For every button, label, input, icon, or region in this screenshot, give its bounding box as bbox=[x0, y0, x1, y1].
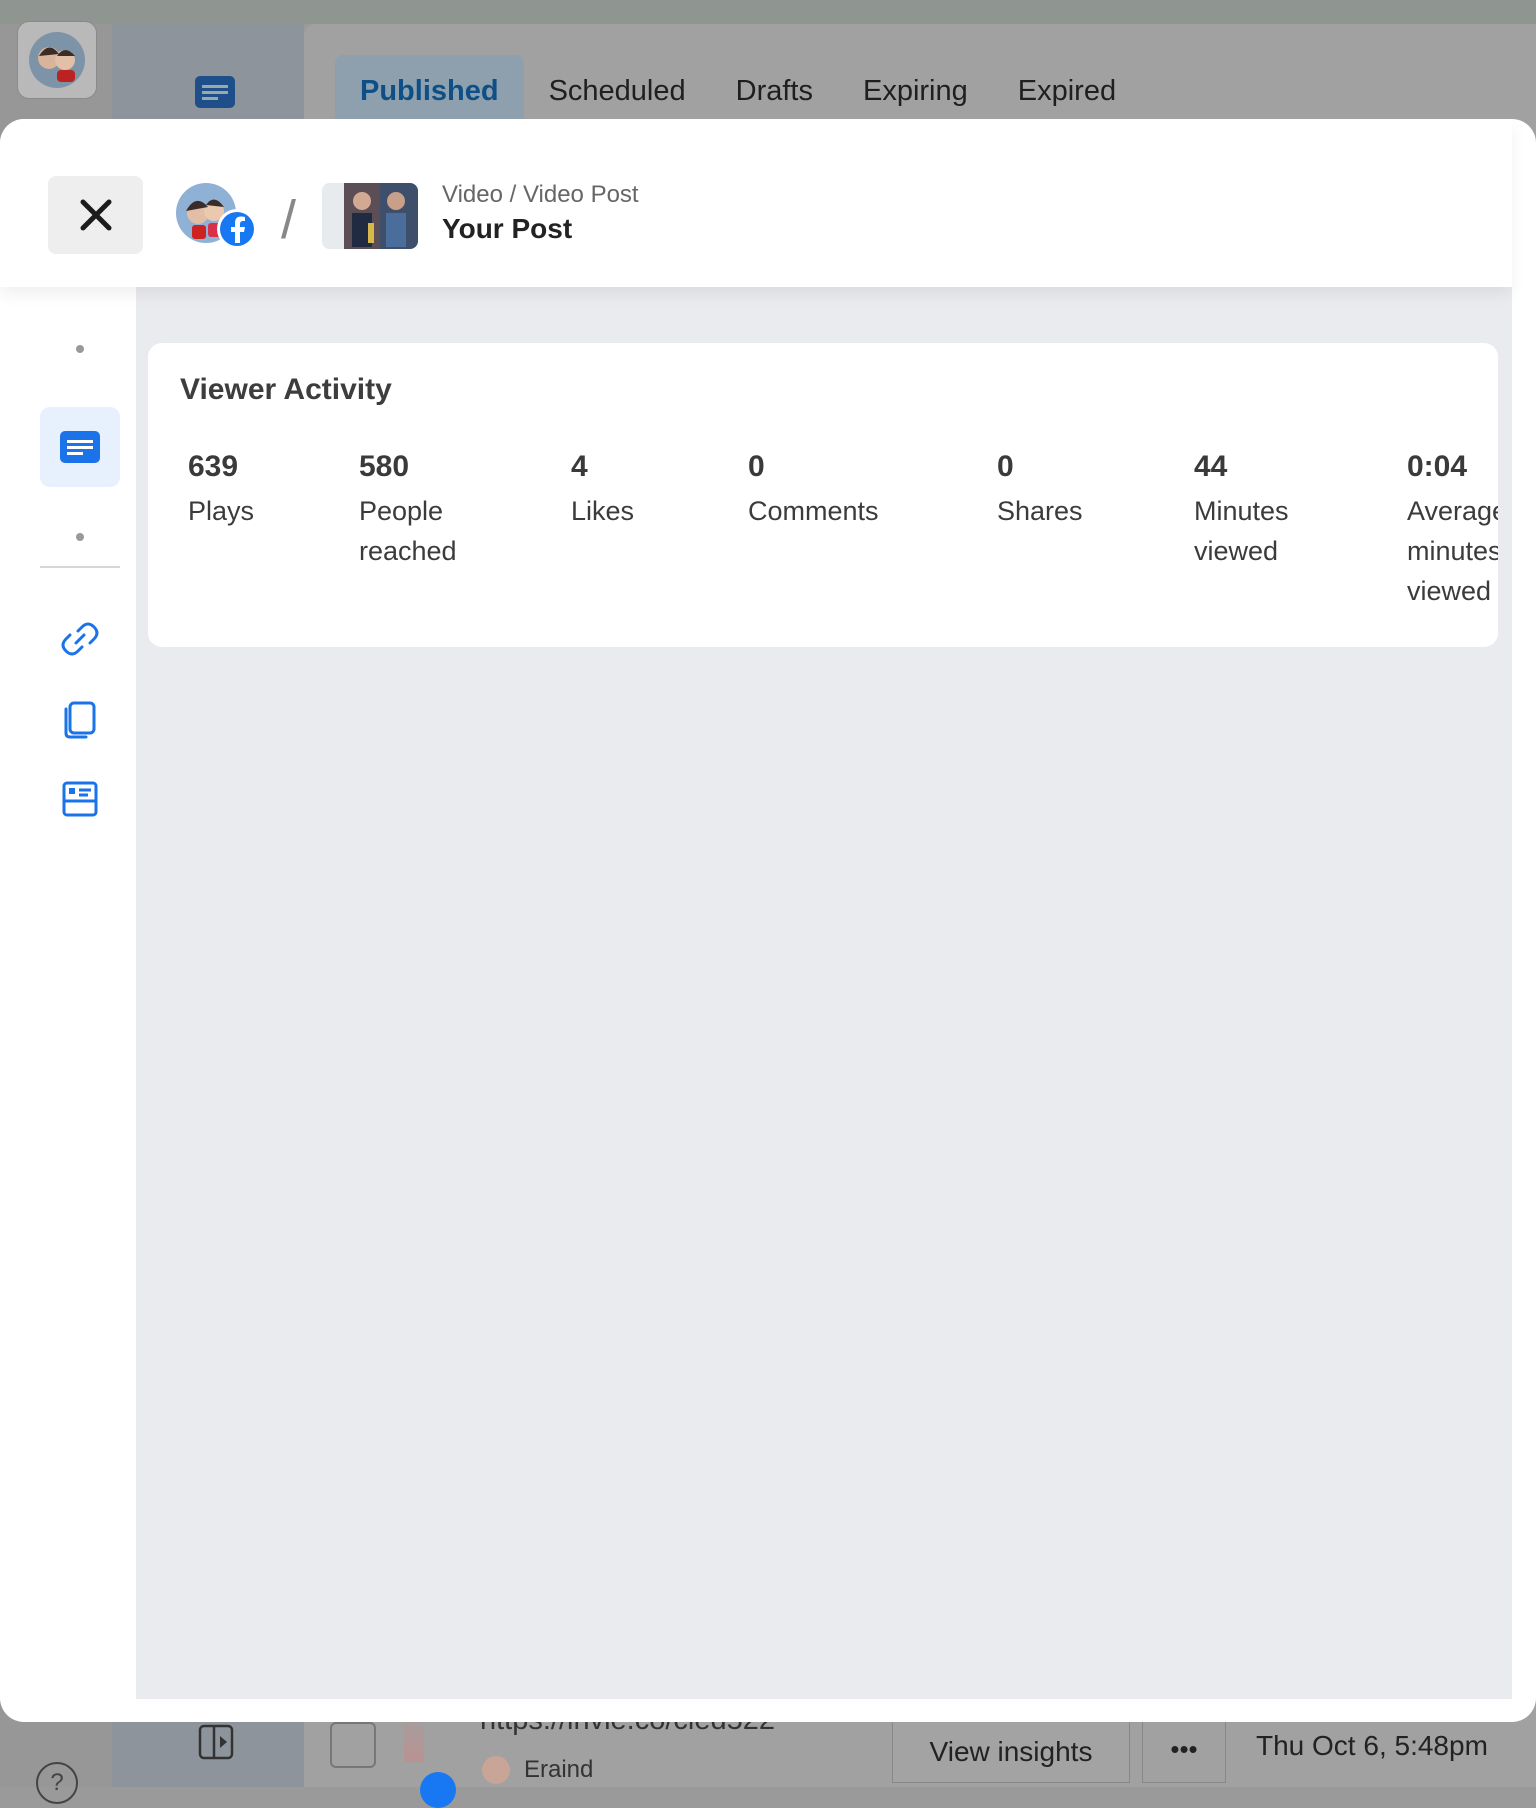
insights-content: Viewer Activity 639 Plays 580 People rea… bbox=[136, 287, 1512, 1699]
metric-minutes-viewed: 44 Minutes viewed bbox=[1194, 449, 1289, 571]
metric-value: 580 bbox=[359, 450, 410, 483]
metric-likes: 4 Likes bbox=[571, 449, 634, 531]
metric-label: Minutes viewed bbox=[1194, 496, 1289, 566]
metric-label: Average minutes viewed bbox=[1407, 496, 1498, 606]
metric-label: Comments bbox=[748, 496, 879, 526]
post-date: Thu Oct 6, 5:48pm bbox=[1256, 1730, 1488, 1761]
modal-body: Viewer Activity 639 Plays 580 People rea… bbox=[0, 287, 1512, 1699]
help-button[interactable]: ? bbox=[36, 1762, 78, 1804]
tab-expired[interactable]: Expired bbox=[993, 55, 1141, 119]
metric-plays: 639 Plays bbox=[188, 449, 254, 531]
metric-label: Likes bbox=[571, 496, 635, 526]
metric-value: 44 bbox=[1194, 450, 1228, 483]
more-options-button[interactable]: ••• bbox=[1142, 1722, 1226, 1783]
row-checkbox[interactable] bbox=[330, 1722, 376, 1768]
metric-label: Plays bbox=[188, 496, 255, 526]
metric-value: 4 bbox=[571, 450, 588, 483]
post-status-tabs: Published Scheduled Drafts Expiring Expi… bbox=[335, 55, 1141, 119]
metric-value: 0 bbox=[748, 450, 765, 483]
metric-value: 0 bbox=[997, 450, 1014, 483]
author-name: Eraind bbox=[524, 1756, 594, 1783]
sidebar-item-details[interactable] bbox=[58, 777, 102, 821]
sidebar-item-link[interactable] bbox=[58, 617, 102, 661]
post-author: Eraind bbox=[482, 1756, 593, 1784]
view-insights-button[interactable]: View insights bbox=[892, 1722, 1130, 1783]
breadcrumb-separator: / bbox=[281, 190, 297, 250]
modal-header: / Video / Video Post Your Post bbox=[0, 119, 1512, 287]
row-thumbnail bbox=[404, 1722, 424, 1762]
facebook-icon bbox=[217, 209, 257, 249]
tab-scheduled[interactable]: Scheduled bbox=[524, 55, 711, 119]
copy-icon bbox=[64, 701, 96, 739]
tab-expiring[interactable]: Expiring bbox=[838, 55, 993, 119]
posts-icon bbox=[60, 431, 100, 463]
close-icon bbox=[80, 199, 111, 231]
author-avatar bbox=[482, 1756, 510, 1784]
metric-label: People reached bbox=[359, 496, 457, 566]
metric-people-reached: 580 People reached bbox=[359, 449, 457, 571]
card-title: Viewer Activity bbox=[180, 373, 392, 406]
details-icon bbox=[62, 781, 98, 817]
sidebar-item-insights[interactable] bbox=[40, 407, 120, 487]
modal-sidebar bbox=[0, 287, 136, 1699]
metric-average-minutes-viewed: 0:04 Average minutes viewed bbox=[1407, 449, 1498, 611]
account-avatar[interactable] bbox=[17, 21, 97, 99]
panel-toggle-icon[interactable] bbox=[196, 1722, 236, 1762]
sidebar-dot bbox=[76, 345, 84, 353]
tab-published[interactable]: Published bbox=[335, 55, 524, 119]
viewer-activity-card: Viewer Activity 639 Plays 580 People rea… bbox=[148, 343, 1498, 647]
app-top-strip bbox=[0, 0, 1536, 24]
post-title: Your Post bbox=[442, 213, 573, 244]
metric-value: 639 bbox=[188, 450, 239, 483]
close-button[interactable] bbox=[48, 176, 143, 254]
post-thumbnail bbox=[322, 183, 418, 249]
post-insights-modal: / Video / Video Post Your Post Viewer Ac… bbox=[0, 119, 1536, 1722]
link-icon bbox=[61, 622, 99, 656]
sidebar-dot bbox=[76, 533, 84, 541]
metric-shares: 0 Shares bbox=[997, 449, 1083, 531]
post-type-breadcrumb: Video / Video Post bbox=[442, 181, 639, 208]
posts-nav-icon[interactable] bbox=[195, 76, 235, 108]
sidebar-item-copy[interactable] bbox=[58, 697, 102, 741]
sidebar-divider bbox=[40, 566, 120, 568]
metric-value: 0:04 bbox=[1407, 450, 1468, 483]
facebook-badge-icon bbox=[420, 1772, 456, 1808]
tab-drafts[interactable]: Drafts bbox=[711, 55, 838, 119]
account-facebook-avatar bbox=[174, 181, 258, 251]
metric-label: Shares bbox=[997, 496, 1083, 526]
metric-comments: 0 Comments bbox=[748, 449, 879, 531]
